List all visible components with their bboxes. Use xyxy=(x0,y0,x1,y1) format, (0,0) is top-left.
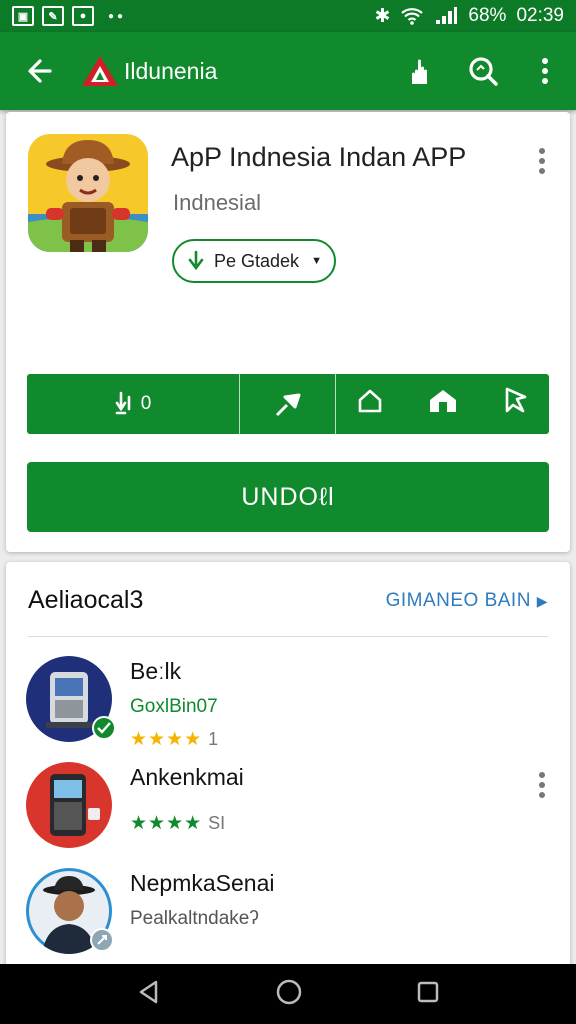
bluetooth-icon: ✱ xyxy=(374,5,391,27)
overflow-menu-button[interactable] xyxy=(514,40,576,102)
related-apps-card: Aeliaocal3 GIMANEO BAIN ▶ Beːlk GoxlBin0… xyxy=(6,562,570,982)
action-gesture-button[interactable]: 0 xyxy=(27,374,240,434)
home-outline-icon xyxy=(358,389,381,413)
category-chip[interactable]: Pe Gtadek ▼ xyxy=(172,239,336,283)
wifi-icon xyxy=(401,8,424,25)
chip-dropdown-icon: ▼ xyxy=(311,255,322,267)
more-vert-icon xyxy=(542,58,548,84)
search-icon xyxy=(469,57,498,86)
nav-home-icon xyxy=(276,979,302,1004)
more-vert-icon xyxy=(539,148,545,174)
status-bar: ▣ ✎ ● ●● ✱ 68% 02:39 xyxy=(0,0,576,32)
action-cursor-button[interactable] xyxy=(503,387,529,421)
store-logo-text: Ildunenia xyxy=(124,57,218,84)
app-developer[interactable]: Indnesial xyxy=(173,190,261,216)
app-options-button[interactable] xyxy=(538,148,546,179)
nav-recents-icon xyxy=(417,981,438,1002)
action-gesture-label: 0 xyxy=(140,393,152,414)
app-bar: Ildunenia xyxy=(0,32,576,110)
install-button[interactable]: UNDOℓl xyxy=(27,462,549,532)
section-title: Aeliaocal3 xyxy=(28,586,144,614)
nav-home-button[interactable] xyxy=(275,978,303,1011)
store-logo-icon xyxy=(82,56,118,86)
rating-stars: ★★★★ xyxy=(130,729,203,750)
card-reader-icon xyxy=(50,774,100,836)
nav-back-icon xyxy=(140,980,158,1003)
rating: ★★★★ 1 xyxy=(130,728,218,751)
list-item-name: NepmkaSenai xyxy=(130,870,275,896)
notification-media-icon: ● xyxy=(72,6,94,26)
action-bar: 0 xyxy=(27,374,549,434)
more-vert-icon xyxy=(539,772,545,798)
list-item-name: Beːlk xyxy=(130,658,182,684)
pin-icon xyxy=(275,393,300,417)
action-outline-home-button[interactable] xyxy=(357,388,383,420)
list-item[interactable]: NepmkaSenai Pealkaltndakeʔ xyxy=(6,868,570,964)
rating-value: 1 xyxy=(208,729,219,749)
list-item-icon xyxy=(26,762,112,848)
system-nav-bar xyxy=(0,964,576,1024)
rating: ★★★★ SI xyxy=(130,812,225,835)
battery-text: 68% xyxy=(468,5,507,26)
list-item-name: Ankenkmai xyxy=(130,764,244,790)
hand-icon xyxy=(188,250,204,271)
cursor-icon xyxy=(505,387,526,413)
list-item[interactable]: Ankenkmai ★★★★ SI xyxy=(6,762,570,858)
arrow-back-icon xyxy=(28,59,52,83)
app-icon[interactable] xyxy=(28,134,148,252)
rating-value: SI xyxy=(208,813,226,833)
verified-badge-icon xyxy=(92,716,116,740)
action-group xyxy=(336,374,549,434)
back-button[interactable] xyxy=(0,57,80,85)
notification-dots-icon: ●● xyxy=(108,10,127,22)
action-home-button[interactable] xyxy=(428,388,458,420)
gesture-icon xyxy=(115,391,131,415)
action-pin-button[interactable] xyxy=(240,374,336,434)
list-item-options-button[interactable] xyxy=(538,772,546,803)
chevron-right-icon: ▶ xyxy=(536,593,548,609)
category-chip-label: Pe Gtadek xyxy=(214,250,300,271)
notification-image-icon: ▣ xyxy=(12,6,34,26)
app-character-icon xyxy=(28,134,148,252)
nav-back-button[interactable] xyxy=(136,979,162,1010)
hand-icon xyxy=(412,59,427,84)
rating-stars: ★★★★ xyxy=(130,813,203,834)
list-item-subtitle: Pealkaltndakeʔ xyxy=(130,908,259,929)
app-detail-card: ApP Indnesia Indan APP Indnesial Pe Gtad… xyxy=(6,112,570,552)
clock-text: 02:39 xyxy=(516,5,564,26)
home-icon xyxy=(429,390,456,412)
app-title: ApP Indnesia Indan APP xyxy=(171,142,467,172)
badge-icon xyxy=(90,928,114,952)
hand-button[interactable] xyxy=(390,40,452,102)
see-more-link[interactable]: GIMANEO BAIN ▶ xyxy=(386,590,548,612)
search-button[interactable] xyxy=(452,40,514,102)
list-item-subtitle: GoxlBin07 xyxy=(130,696,218,717)
notification-app-icon: ✎ xyxy=(42,6,64,26)
store-logo: Ildunenia xyxy=(80,54,217,88)
signal-icon xyxy=(436,7,458,24)
see-more-label: GIMANEO BAIN xyxy=(385,590,531,611)
list-item[interactable]: Beːlk GoxlBin07 ★★★★ 1 xyxy=(6,656,570,752)
nav-recents-button[interactable] xyxy=(416,980,440,1009)
section-divider xyxy=(28,636,548,637)
